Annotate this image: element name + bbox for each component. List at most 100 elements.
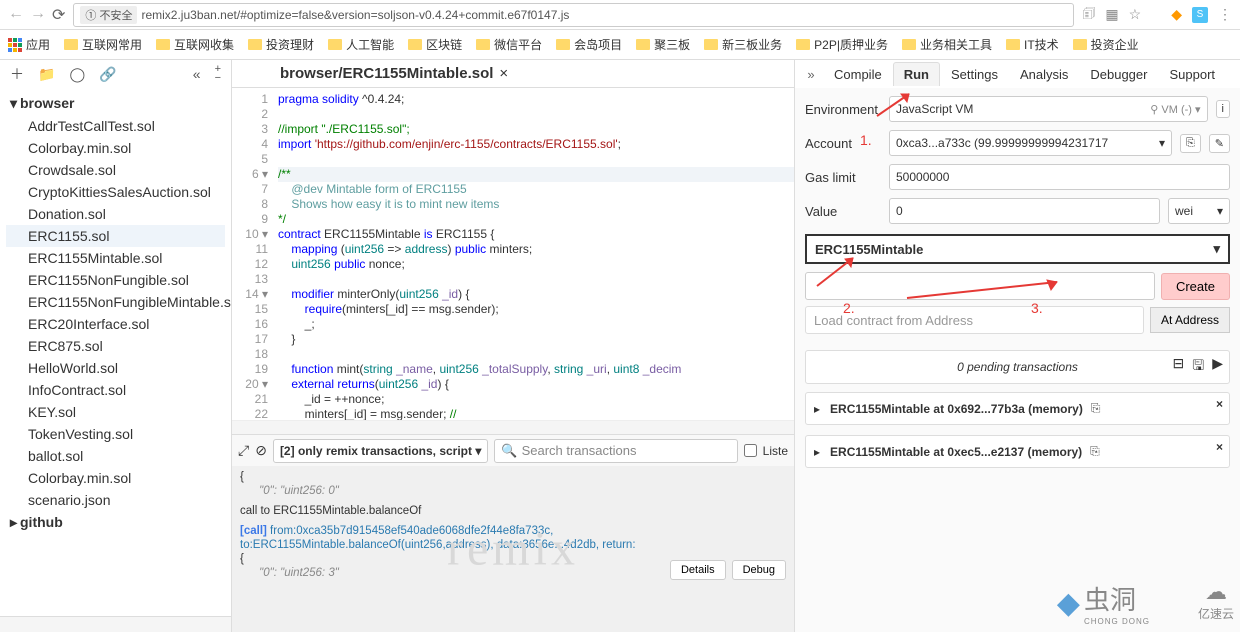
folder-icon	[796, 39, 810, 50]
collapse-all-icon[interactable]: ⊟	[1173, 355, 1185, 379]
tree-file[interactable]: KEY.sol	[6, 401, 225, 423]
reload-icon[interactable]: ⟳	[52, 5, 65, 25]
collapse-panel-icon[interactable]: «	[193, 66, 201, 82]
at-address-button[interactable]: At Address	[1150, 307, 1230, 333]
bookmark-item[interactable]: 投资理财	[248, 36, 314, 53]
bookmark-item[interactable]: P2P|质押业务	[796, 36, 888, 53]
menu-icon[interactable]: ⋮	[1218, 6, 1232, 23]
tree-file[interactable]: Colorbay.min.sol	[6, 137, 225, 159]
tree-file[interactable]: scenario.json	[6, 489, 225, 511]
console-output[interactable]: remix { "0": "uint256: 0" call to ERC115…	[232, 466, 794, 632]
panel-tab-analysis[interactable]: Analysis	[1009, 62, 1079, 86]
tree-file[interactable]: ballot.sol	[6, 445, 225, 467]
chevron-right-icon[interactable]: ▸	[814, 402, 820, 416]
code-editor[interactable]: 123456 ▾78910 ▾11121314 ▾151617181920 ▾2…	[232, 88, 794, 420]
create-button[interactable]: Create	[1161, 273, 1230, 300]
address-bar[interactable]: ① 不安全 remix2.ju3ban.net/#optimize=false&…	[73, 3, 1074, 27]
bookmark-item[interactable]: 互联网常用	[64, 36, 142, 53]
bookmark-item[interactable]: 会岛项目	[556, 36, 622, 53]
tree-folder-browser[interactable]: ▾browser	[6, 92, 225, 115]
close-icon[interactable]: ×	[1216, 440, 1223, 454]
tree-file[interactable]: ERC20Interface.sol	[6, 313, 225, 335]
load-address-input[interactable]: Load contract from Address	[805, 306, 1144, 334]
tree-file[interactable]: InfoContract.sol	[6, 379, 225, 401]
search-transactions-input[interactable]: 🔍 Search transactions	[494, 439, 737, 463]
open-folder-icon[interactable]: 📁	[38, 66, 55, 83]
expand-panel-icon[interactable]: »	[801, 67, 821, 82]
link-icon[interactable]: 🔗	[99, 66, 116, 83]
panel-tab-settings[interactable]: Settings	[940, 62, 1009, 86]
bookmark-item[interactable]: 人工智能	[328, 36, 394, 53]
tree-file[interactable]: Colorbay.min.sol	[6, 467, 225, 489]
account-select[interactable]: 0xca3...a733c (99.99999999994231717▾	[889, 130, 1172, 156]
tree-file[interactable]: HelloWorld.sol	[6, 357, 225, 379]
value-unit-select[interactable]: wei▾	[1168, 198, 1230, 224]
translate-icon[interactable]: 🗊	[1082, 3, 1095, 27]
tree-file[interactable]: CryptoKittiesSalesAuction.sol	[6, 181, 225, 203]
bookmark-item[interactable]: 投资企业	[1073, 36, 1139, 53]
gaslimit-input[interactable]: 50000000	[889, 164, 1230, 190]
clear-console-icon[interactable]: ⊘	[255, 442, 267, 459]
tree-file[interactable]: ERC1155NonFungibleMintable.sol	[6, 291, 225, 313]
close-icon[interactable]: ×	[1216, 397, 1223, 411]
contract-instance[interactable]: ▸ ERC1155Mintable at 0x692...77b3a (memo…	[805, 392, 1230, 425]
github-icon[interactable]: ◯	[69, 66, 85, 83]
debug-button[interactable]: Debug	[732, 560, 786, 580]
panel-tab-compile[interactable]: Compile	[823, 62, 893, 86]
editor-tab-active[interactable]: browser/ERC1155Mintable.sol ×	[272, 65, 516, 82]
edit-account-icon[interactable]: ✎	[1209, 134, 1230, 153]
back-icon[interactable]: ←	[8, 5, 24, 25]
sidebar-scrollbar[interactable]	[0, 616, 231, 632]
tree-folder-github[interactable]: ▸github	[6, 511, 225, 534]
copy-address-icon[interactable]: ⎘	[1090, 444, 1100, 459]
bookmarks-bar: 应用 互联网常用互联网收集投资理财人工智能区块链微信平台会岛项目聚三板新三板业务…	[0, 30, 1240, 60]
bookmark-item[interactable]: 业务相关工具	[902, 36, 992, 53]
apps-button[interactable]: 应用	[8, 36, 50, 53]
qr-icon[interactable]: ▦	[1105, 6, 1118, 23]
bookmark-item[interactable]: IT技术	[1006, 36, 1059, 53]
tree-file[interactable]: ERC1155.sol	[6, 225, 225, 247]
ext-s-icon[interactable]: S	[1192, 7, 1208, 23]
constructor-args-input[interactable]	[805, 272, 1155, 300]
code-content[interactable]: pragma solidity ^0.4.24; //import "./ERC…	[274, 88, 794, 420]
tree-file[interactable]: ERC1155Mintable.sol	[6, 247, 225, 269]
details-button[interactable]: Details	[670, 560, 726, 580]
play-icon[interactable]: ▶	[1212, 355, 1223, 379]
star-icon[interactable]: ☆	[1129, 6, 1142, 23]
tx-filter-dropdown[interactable]: [2] only remix transactions, script ▾	[273, 439, 488, 463]
apps-label: 应用	[26, 36, 50, 53]
close-icon[interactable]: ×	[499, 65, 508, 82]
editor-scrollbar[interactable]	[232, 420, 794, 434]
panel-tab-run[interactable]: Run	[893, 62, 940, 86]
tree-file[interactable]: TokenVesting.sol	[6, 423, 225, 445]
save-icon[interactable]: 🖫	[1192, 355, 1204, 379]
tree-file[interactable]: ERC875.sol	[6, 335, 225, 357]
panel-tab-support[interactable]: Support	[1158, 62, 1226, 86]
bookmark-item[interactable]: 聚三板	[636, 36, 690, 53]
panel-tab-debugger[interactable]: Debugger	[1079, 62, 1158, 86]
tree-file[interactable]: ERC1155NonFungible.sol	[6, 269, 225, 291]
new-file-icon[interactable]: ＋	[10, 64, 24, 84]
plug-icon: ⚲	[1150, 104, 1158, 116]
plus-minus-icon[interactable]: +−	[215, 65, 221, 83]
env-info-icon[interactable]: i	[1216, 100, 1230, 118]
copy-address-icon[interactable]: ⎘	[1091, 401, 1101, 416]
value-input[interactable]: 0	[889, 198, 1160, 224]
tree-file[interactable]: AddrTestCallTest.sol	[6, 115, 225, 137]
chevron-right-icon[interactable]: ▸	[814, 445, 820, 459]
listen-checkbox[interactable]	[744, 444, 757, 457]
nav-buttons: ← → ⟳	[8, 5, 65, 25]
ext-icon[interactable]: ◆	[1171, 6, 1182, 23]
bookmark-item[interactable]: 新三板业务	[704, 36, 782, 53]
copy-account-icon[interactable]: ⎘	[1180, 134, 1201, 153]
tree-file[interactable]: Donation.sol	[6, 203, 225, 225]
contract-instance[interactable]: ▸ ERC1155Mintable at 0xec5...e2137 (memo…	[805, 435, 1230, 468]
tree-file[interactable]: Crowdsale.sol	[6, 159, 225, 181]
console-line: {	[240, 470, 786, 484]
expand-console-icon[interactable]: ⤢	[238, 442, 249, 459]
bookmark-item[interactable]: 微信平台	[476, 36, 542, 53]
environment-select[interactable]: JavaScript VM ⚲ VM (-) ▾	[889, 96, 1208, 122]
bookmark-item[interactable]: 区块链	[408, 36, 462, 53]
contract-select[interactable]: ERC1155Mintable▾	[805, 234, 1230, 264]
bookmark-item[interactable]: 互联网收集	[156, 36, 234, 53]
